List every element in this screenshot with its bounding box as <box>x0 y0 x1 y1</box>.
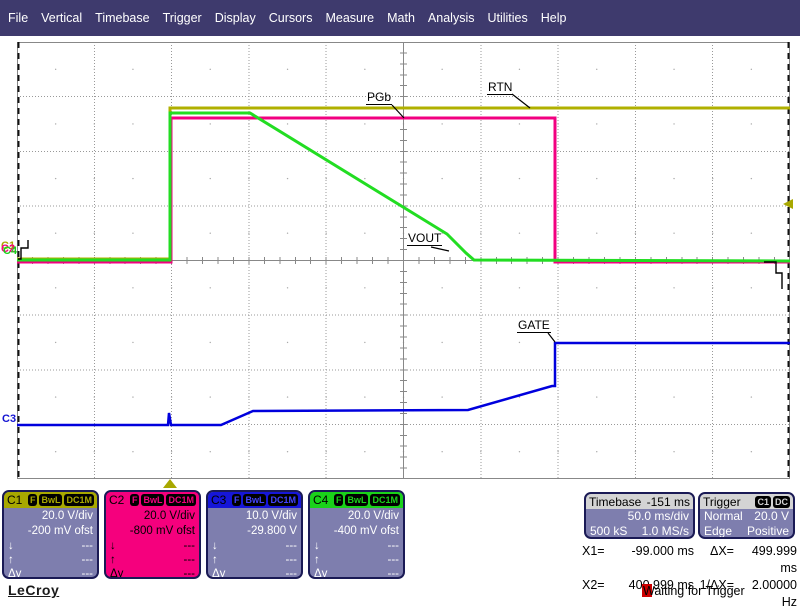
trigger-level: 20.0 V <box>754 509 789 523</box>
channel-settings: 20.0 V/div -400 mV ofst <box>310 508 403 539</box>
channel-box-c2[interactable]: C2 F BwL DC1M 20.0 V/div -800 mV ofst ↓ --- ↑ ---… <box>104 490 201 579</box>
measure-row: Δy --- <box>110 568 195 579</box>
trigger-slope: Positive <box>746 524 789 538</box>
channel-badge-dc1m: DC1M <box>64 494 94 506</box>
measure-row: ↓ --- <box>212 540 297 552</box>
menu-item-utilities[interactable]: Utilities <box>487 11 527 25</box>
channel-marker-c4: C4 <box>3 245 18 257</box>
menu-item-math[interactable]: Math <box>387 11 415 25</box>
channel-settings: 10.0 V/div -29.800 V <box>208 508 301 539</box>
dx-value: 499.999 ms <box>751 544 797 575</box>
trigger-mode: Normal <box>704 509 743 523</box>
menu-bar: File Vertical Timebase Trigger Display Cursor… <box>0 0 800 36</box>
menu-item-file[interactable]: File <box>8 11 28 25</box>
trigger-badge-c1: C1 <box>755 495 771 508</box>
channel-badge-f: F <box>129 494 140 506</box>
trigger-header: Trigger C1 DC <box>700 494 793 509</box>
menu-item-trigger[interactable]: Trigger <box>163 11 202 25</box>
channel-header-c3: C3 F BwL DC1M <box>208 492 301 508</box>
channel-badge-bwl: BwL <box>243 494 267 506</box>
channel-badge-f: F <box>27 494 38 506</box>
channel-header-c1: C1 F BwL DC1M <box>4 492 97 508</box>
channel-settings: 20.0 V/div -800 mV ofst <box>106 508 199 539</box>
volts-per-div: 20.0 V/div <box>143 510 195 522</box>
x2-label: X2= <box>582 578 605 592</box>
channel-header-c4: C4 F BwL DC1M <box>310 492 403 508</box>
channel-badge-dc1m: DC1M <box>370 494 400 506</box>
trace-label-vout: VOUT <box>407 231 443 246</box>
grid-svg <box>17 42 790 479</box>
measure-row: ↓ --- <box>110 540 195 552</box>
channel-box-c3[interactable]: C3 F BwL DC1M 10.0 V/div -29.800 V ↓ --- ↑ --- Δy -… <box>206 490 303 579</box>
offset-value: -200 mV ofst <box>27 525 93 537</box>
measure-row: ↑ --- <box>8 554 93 566</box>
volts-per-div: 20.0 V/div <box>347 510 399 522</box>
timebase-rate: 1.0 MS/s <box>641 524 689 538</box>
timebase-delay: -151 ms <box>646 494 690 509</box>
x1-value: -99.000 ms <box>631 544 694 558</box>
offset-value: -29.800 V <box>247 525 297 537</box>
trigger-time-marker[interactable] <box>163 479 177 488</box>
channel-box-c4[interactable]: C4 F BwL DC1M 20.0 V/div -400 mV ofst ↓ --- ↑ ---… <box>308 490 405 579</box>
channel-badge-f: F <box>333 494 344 506</box>
measure-row: ↓ --- <box>314 540 399 552</box>
timebase-title: Timebase <box>589 494 642 509</box>
cursor-readout: X1= -99.000 ms ΔX= 499.999 ms X2= 400.99… <box>582 543 797 611</box>
timebase-samples: 500 kS <box>590 524 628 538</box>
channel-badge-f: F <box>231 494 242 506</box>
volts-per-div: 10.0 V/div <box>245 510 297 522</box>
trigger-level-marker[interactable] <box>783 199 793 209</box>
channel-badge-bwl: BwL <box>141 494 165 506</box>
timebase-box[interactable]: Timebase -151 ms 50.0 ms/div 500 kS 1.0 … <box>584 492 695 539</box>
menu-item-display[interactable]: Display <box>215 11 256 25</box>
menu-item-help[interactable]: Help <box>541 11 567 25</box>
offset-value: -400 mV ofst <box>333 525 399 537</box>
trigger-badges: C1 DC <box>753 495 790 508</box>
trace-label-gate: GATE <box>517 318 551 333</box>
channel-box-c1[interactable]: C1 F BwL DC1M 20.0 V/div -200 mV ofst ↓ --- ↑ ---… <box>2 490 99 579</box>
lecroy-logo: LeCroy <box>8 582 60 598</box>
timebase-per-div: 50.0 ms/div <box>627 509 689 523</box>
timebase-header: Timebase -151 ms <box>586 494 693 509</box>
waveform-grid: PGb RTN VOUT GATE <box>17 42 790 479</box>
menu-item-measure[interactable]: Measure <box>325 11 374 25</box>
channel-id-label: C1 <box>7 493 23 507</box>
trigger-box[interactable]: Trigger C1 DC Normal 20.0 V Edge Positive <box>698 492 795 539</box>
offset-value: -800 mV ofst <box>129 525 195 537</box>
menu-item-cursors[interactable]: Cursors <box>269 11 313 25</box>
measure-row: ↑ --- <box>212 554 297 566</box>
channel-badge-bwl: BwL <box>345 494 369 506</box>
dx-label: ΔX= <box>710 544 734 558</box>
measure-row: ↑ --- <box>110 554 195 566</box>
measure-row: ↑ --- <box>314 554 399 566</box>
trigger-badge-dc: DC <box>773 495 790 508</box>
channel-marker-c3: C3 <box>2 413 17 425</box>
channel-badge-dc1m: DC1M <box>268 494 298 506</box>
volts-per-div: 20.0 V/div <box>41 510 93 522</box>
channel-header-c2: C2 F BwL DC1M <box>106 492 199 508</box>
x1-label: X1= <box>582 544 605 558</box>
channel-id-label: C2 <box>109 493 125 507</box>
channel-id-label: C3 <box>211 493 227 507</box>
trigger-status: Waiting for Trigger <box>642 584 745 598</box>
measure-row: ↓ --- <box>8 540 93 552</box>
channel-id-label: C4 <box>313 493 329 507</box>
trace-label-pgb: PGb <box>366 90 393 105</box>
menu-item-analysis[interactable]: Analysis <box>428 11 475 25</box>
trigger-type: Edge <box>704 524 733 538</box>
channel-badge-bwl: BwL <box>39 494 63 506</box>
measure-row: Δy --- <box>212 568 297 579</box>
menu-item-vertical[interactable]: Vertical <box>41 11 82 25</box>
trigger-title: Trigger <box>703 494 741 509</box>
trigger-status-text: Waiting for Trigger <box>643 584 745 598</box>
trace-label-rtn: RTN <box>487 80 514 95</box>
measure-row: Δy --- <box>8 568 93 579</box>
measure-row: Δy --- <box>314 568 399 579</box>
channel-settings: 20.0 V/div -200 mV ofst <box>4 508 97 539</box>
channel-badge-dc1m: DC1M <box>166 494 196 506</box>
menu-item-timebase[interactable]: Timebase <box>95 11 149 25</box>
